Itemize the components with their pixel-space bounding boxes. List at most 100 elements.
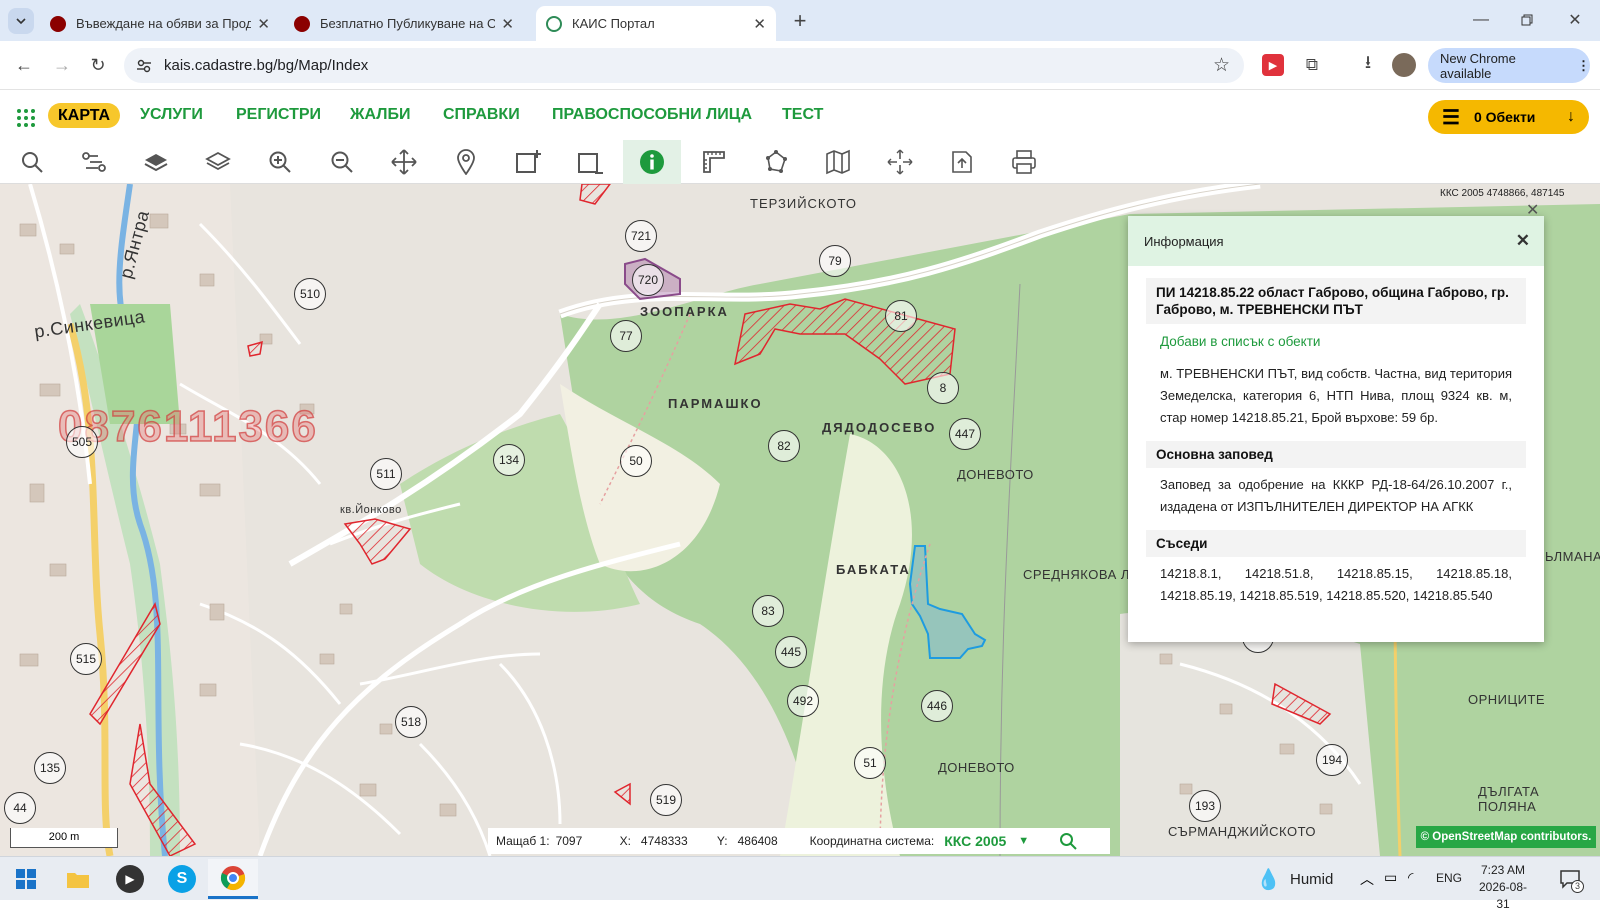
map-label: ТЕРЗИЙСКОТО (750, 196, 857, 211)
notifications-button[interactable]: 3 (1556, 865, 1584, 893)
weather-icon: 💧 (1256, 869, 1281, 891)
nav-spravki[interactable]: СПРАВКИ (443, 106, 520, 124)
tool-measure[interactable] (685, 140, 743, 184)
pin-icon (457, 149, 475, 175)
forward-button[interactable]: → (50, 53, 74, 77)
osm-attribution[interactable]: © OpenStreetMap contributors. (1416, 826, 1596, 848)
reload-button[interactable]: ↻ (86, 53, 110, 77)
nav-karta[interactable]: КАРТА (48, 103, 121, 128)
skype-icon[interactable]: S (168, 865, 196, 893)
search-icon[interactable] (1059, 832, 1077, 850)
file-explorer-icon[interactable] (64, 865, 92, 893)
scale-value[interactable]: 7097 (556, 834, 616, 848)
tool-zoom-out[interactable] (313, 140, 371, 184)
close-icon[interactable]: ✕ (501, 15, 514, 33)
extension-red-icon[interactable]: ▶ (1262, 54, 1284, 76)
site-settings-icon[interactable] (136, 58, 152, 74)
address-row: ← → ↻ kais.cadastre.bg/bg/Map/Index ☆ ▶ … (0, 41, 1600, 90)
minimize-button[interactable]: — (1466, 8, 1496, 32)
layers-stack-icon (205, 151, 231, 171)
close-icon[interactable]: ✕ (753, 15, 766, 33)
kebab-menu-icon: ⋮ (1577, 57, 1590, 73)
tool-info[interactable] (623, 140, 681, 184)
tool-crosshair[interactable] (871, 140, 929, 184)
clock[interactable]: 7:23 AM 2026-08-31 (1474, 862, 1532, 913)
tool-route[interactable] (65, 140, 123, 184)
chrome-update-button[interactable]: New Chrome available ⋮ (1428, 48, 1590, 83)
chrome-icon (220, 865, 246, 890)
close-icon[interactable]: ✕ (1516, 231, 1530, 251)
tool-search[interactable] (3, 140, 61, 184)
nav-uslugi[interactable]: УСЛУГИ (140, 106, 203, 124)
deselect-rect-icon (578, 153, 603, 174)
info-popup: Информация ✕ ПИ 14218.85.22 област Габро… (1128, 216, 1544, 642)
tool-deselect-rect[interactable] (561, 140, 619, 184)
media-player-icon[interactable]: ▶ (116, 865, 144, 893)
restore-button[interactable] (1512, 8, 1542, 32)
window-close-button[interactable]: ✕ (1560, 8, 1590, 32)
bookmark-star-icon[interactable]: ☆ (1213, 54, 1230, 77)
tool-select-rect[interactable] (499, 140, 557, 184)
app-nav: КАРТА УСЛУГИ РЕГИСТРИ ЖАЛБИ СПРАВКИ ПРАВ… (0, 90, 1600, 140)
parcel-number: 79 (819, 245, 851, 277)
y-value: 486408 (737, 834, 778, 848)
parcel-number: 518 (395, 706, 427, 738)
close-icon[interactable]: ✕ (257, 15, 270, 33)
language-indicator[interactable]: ENG (1436, 871, 1462, 885)
extensions-icon[interactable]: ⧉ (1300, 53, 1324, 77)
nav-test[interactable]: ТЕСТ (782, 106, 823, 124)
tool-zoom-in[interactable] (251, 140, 309, 184)
parcel-number: 721 (625, 220, 657, 252)
kais-favicon-icon (546, 15, 562, 32)
chevron-down-icon[interactable]: ▼ (1018, 835, 1029, 847)
nav-registri[interactable]: РЕГИСТРИ (236, 106, 321, 124)
battery-icon[interactable]: ▭ (1384, 869, 1397, 886)
weather-text[interactable]: Humid (1290, 871, 1333, 888)
tool-pan[interactable] (375, 140, 433, 184)
tab-search-button[interactable] (8, 8, 34, 34)
wifi-icon[interactable]: ◜ (1408, 869, 1413, 886)
select-rect-icon (516, 150, 541, 173)
new-tab-button[interactable]: + (788, 8, 812, 33)
tool-map[interactable] (809, 140, 867, 184)
order-text: Заповед за одобрение на КККР РД-18-64/26… (1160, 477, 1512, 514)
tab-obiavi-1[interactable]: Въвеждане на обяви за Прода ✕ (40, 6, 280, 41)
parcel-number: 519 (650, 784, 682, 816)
tool-pin[interactable] (437, 140, 495, 184)
site-favicon-icon (294, 15, 310, 32)
parcel-number: 8 (927, 372, 959, 404)
info-icon (640, 150, 664, 174)
tool-export[interactable] (933, 140, 991, 184)
tool-polygon[interactable] (747, 140, 805, 184)
download-icon[interactable]: ⭳ (1356, 52, 1380, 77)
objects-cart-button[interactable]: ☰ 0 Обекти ↓ (1428, 100, 1589, 134)
site-favicon-icon (50, 15, 66, 32)
back-button[interactable]: ← (12, 53, 36, 77)
parcel-number: 83 (752, 595, 784, 627)
map-label: ДЪЛГАТА ПОЛЯНА (1478, 784, 1540, 814)
crs-select[interactable]: ККС 2005 (944, 833, 1006, 849)
parcel-number: 720 (632, 264, 664, 296)
profile-avatar[interactable] (1392, 53, 1416, 77)
nav-pravosposobni-lica[interactable]: ПРАВОСПОСОБНИ ЛИЦА (552, 106, 752, 124)
address-bar[interactable]: kais.cadastre.bg/bg/Map/Index ☆ (124, 48, 1244, 83)
tool-layers[interactable] (127, 140, 185, 184)
section-order-heading: Основна заповед (1146, 441, 1526, 468)
nav-jalbi[interactable]: ЖАЛБИ (350, 106, 410, 124)
parcel-title: ПИ 14218.85.22 област Габрово, община Га… (1146, 278, 1526, 324)
parcel-number: 447 (949, 418, 981, 450)
windows-start-icon[interactable] (16, 869, 36, 889)
tray-chevron-icon[interactable]: ︿ (1360, 869, 1374, 889)
chrome-taskbar-button[interactable] (208, 859, 258, 899)
tab-obiavi-2[interactable]: Безплатно Публикуване на Об ✕ (284, 6, 524, 41)
tool-layers-stack[interactable] (189, 140, 247, 184)
neighbors-list[interactable]: 14218.8.1, 14218.51.8, 14218.85.15, 1421… (1146, 557, 1526, 613)
map-icon (826, 149, 850, 175)
add-to-list-link[interactable]: Добави в списък с обекти (1160, 334, 1526, 349)
scale-bar: 200 m (10, 828, 118, 848)
tab-kais-portal[interactable]: КАИС Портал ✕ (536, 6, 776, 41)
apps-grid-icon[interactable] (16, 108, 36, 128)
tool-print[interactable] (995, 140, 1053, 184)
parcel-number: 446 (921, 690, 953, 722)
map-label: ПАРМАШКО (668, 396, 763, 411)
